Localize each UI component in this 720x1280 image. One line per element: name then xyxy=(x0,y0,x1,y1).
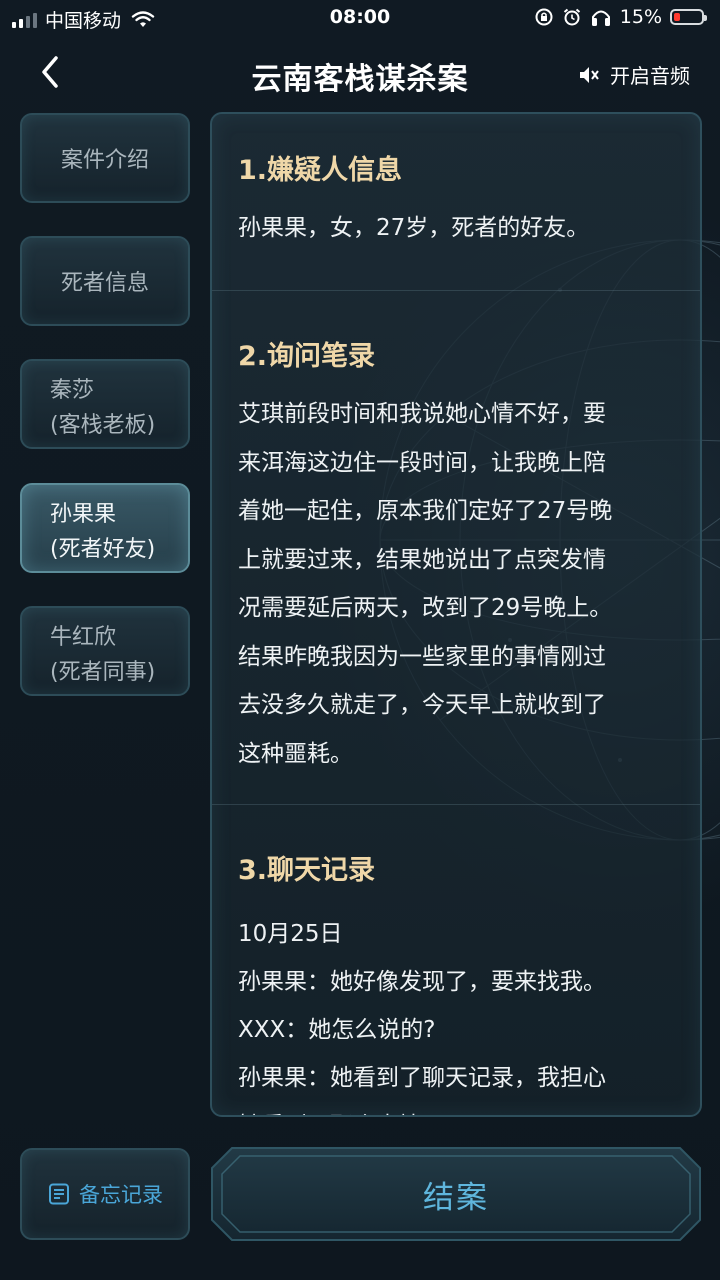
interrogation-record-text: 艾琪前段时间和我说她心情不好，要 来洱海这边住一段时间，让我晚上陪 着她一起住，… xyxy=(238,390,678,778)
alarm-icon xyxy=(563,8,580,26)
text-line: 这种噩耗。 xyxy=(238,740,353,767)
text-line: 着她一起住，原本我们定好了27号晚 xyxy=(238,498,613,524)
sidebar-tab-name: 孙果果 xyxy=(50,502,117,527)
sidebar-tab-victim-info[interactable]: 死者信息 xyxy=(20,236,190,326)
chat-date: 10月25日 xyxy=(238,921,343,947)
screen: 中国移动 08:00 15% 云南客栈谋杀案 开启音频 案件介绍 死者信息 秦莎… xyxy=(0,0,720,1280)
notes-list-icon xyxy=(49,1183,69,1205)
sidebar-tab-niu-hongxin[interactable]: 牛红欣 (死者同事) xyxy=(20,606,190,696)
sidebar-tab-sun-guoguo[interactable]: 孙果果 (死者好友) xyxy=(20,483,190,573)
orientation-lock-icon xyxy=(535,8,553,26)
sidebar-tab-name: 牛红欣 xyxy=(50,625,117,650)
sidebar-tab-role: (死者同事) xyxy=(50,660,156,685)
chat-log-text: 10月25日 孙果果：她好像发现了，要来找我。 XXX：她怎么说的? 孙果果：她… xyxy=(238,910,678,1115)
suspect-detail-panel[interactable]: 1.嫌疑人信息 孙果果，女，27岁，死者的好友。 2.询问笔录 艾琪前段时间和我… xyxy=(210,112,702,1117)
headphones-icon xyxy=(591,10,610,26)
text-line: 去没多久就走了，今天早上就收到了 xyxy=(238,692,606,718)
text-line: 艾琪前段时间和我说她心情不好，要 xyxy=(238,401,606,427)
sound-toggle-label: 开启音频 xyxy=(610,64,690,88)
sound-toggle-button[interactable]: 开启音频 xyxy=(578,60,690,89)
section-divider xyxy=(212,290,700,291)
section-title-suspect-info: 1.嫌疑人信息 xyxy=(238,155,403,186)
sidebar-tab-name: 秦莎 xyxy=(50,378,95,403)
memo-button-label: 备忘记录 xyxy=(79,1183,163,1207)
speaker-muted-icon xyxy=(580,66,599,83)
memo-button[interactable]: 备忘记录 xyxy=(20,1148,190,1240)
text-line: 来洱海这边住一段时间，让我晚上陪 xyxy=(238,449,606,476)
section-title-chat-log: 3.聊天记录 xyxy=(238,855,376,886)
sidebar-tab-label: 案件介绍 xyxy=(60,148,149,173)
text-line: 结果昨晚我因为一些家里的事情刚过 xyxy=(238,643,606,670)
navigation-bar: 云南客栈谋杀案 开启音频 xyxy=(0,40,720,108)
sidebar-tab-case-intro[interactable]: 案件介绍 xyxy=(20,113,190,203)
battery-icon xyxy=(670,9,707,25)
close-case-button-label: 结案 xyxy=(423,1179,489,1216)
text-line: 上就要过来，结果她说出了点突发情 xyxy=(238,546,606,573)
chat-message: XXX：她怎么说的? xyxy=(238,1017,436,1043)
close-case-button[interactable]: 结案 xyxy=(210,1146,702,1242)
sidebar-tab-role: (死者好友) xyxy=(50,537,156,562)
suspect-info-text: 孙果果，女，27岁，死者的好友。 xyxy=(238,215,590,241)
chat-message: 孙果果：她看到了聊天记录，我担心 xyxy=(238,1065,606,1091)
text-line: 况需要延后两天，改到了29号晚上。 xyxy=(238,595,613,621)
sidebar-tab-role: (客栈老板) xyxy=(50,413,156,438)
sidebar-tab-label: 死者信息 xyxy=(60,271,149,296)
chat-message: 她看到了那个事情 xyxy=(238,1102,678,1115)
chat-message: 孙果果：她好像发现了，要来找我。 xyxy=(238,969,606,995)
battery-percent: 15% xyxy=(619,6,662,28)
section-divider xyxy=(212,804,700,805)
section-title-interrogation: 2.询问笔录 xyxy=(238,341,376,372)
status-bar: 中国移动 08:00 15% xyxy=(0,0,720,38)
sidebar-tab-qin-sha[interactable]: 秦莎 (客栈老板) xyxy=(20,359,190,449)
